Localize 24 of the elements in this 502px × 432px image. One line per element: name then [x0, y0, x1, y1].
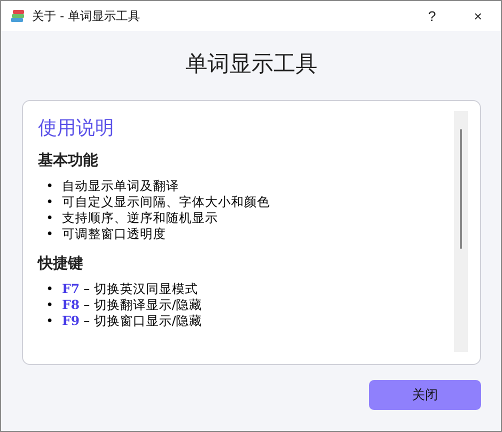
- bullet: •: [46, 313, 54, 329]
- bullet: •: [46, 281, 54, 297]
- feature-item: 自动显示单词及翻译: [62, 177, 179, 195]
- shortcut-item: F9 – 切换窗口显示/隐藏: [62, 312, 202, 330]
- app-heading: 单词显示工具: [184, 51, 318, 79]
- feature-item: 支持顺序、逆序和随机显示: [62, 209, 218, 227]
- shortcut-item: F7 – 切换英汉同显模式: [62, 280, 198, 298]
- bullet: •: [46, 178, 54, 194]
- feature-item: 可调整窗口透明度: [62, 225, 166, 243]
- bullet: •: [46, 297, 54, 313]
- bullet: •: [46, 210, 54, 226]
- help-button[interactable]: ?: [409, 1, 455, 31]
- bullet: •: [46, 194, 54, 210]
- books-icon: [10, 8, 26, 24]
- shortcut-item: F8 – 切换翻译显示/隐藏: [62, 296, 202, 314]
- content-title: 使用说明: [38, 116, 115, 141]
- section-heading: 基本功能: [38, 151, 99, 170]
- section-heading: 快捷键: [38, 254, 84, 273]
- bullet: •: [46, 226, 54, 242]
- window-title: 关于 - 单词显示工具: [32, 8, 140, 24]
- scrollbar[interactable]: [454, 111, 468, 352]
- feature-item: 可自定义显示间隔、字体大小和颜色: [62, 193, 270, 211]
- close-button[interactable]: ×: [455, 1, 501, 31]
- close-button[interactable]: 关闭: [369, 380, 481, 410]
